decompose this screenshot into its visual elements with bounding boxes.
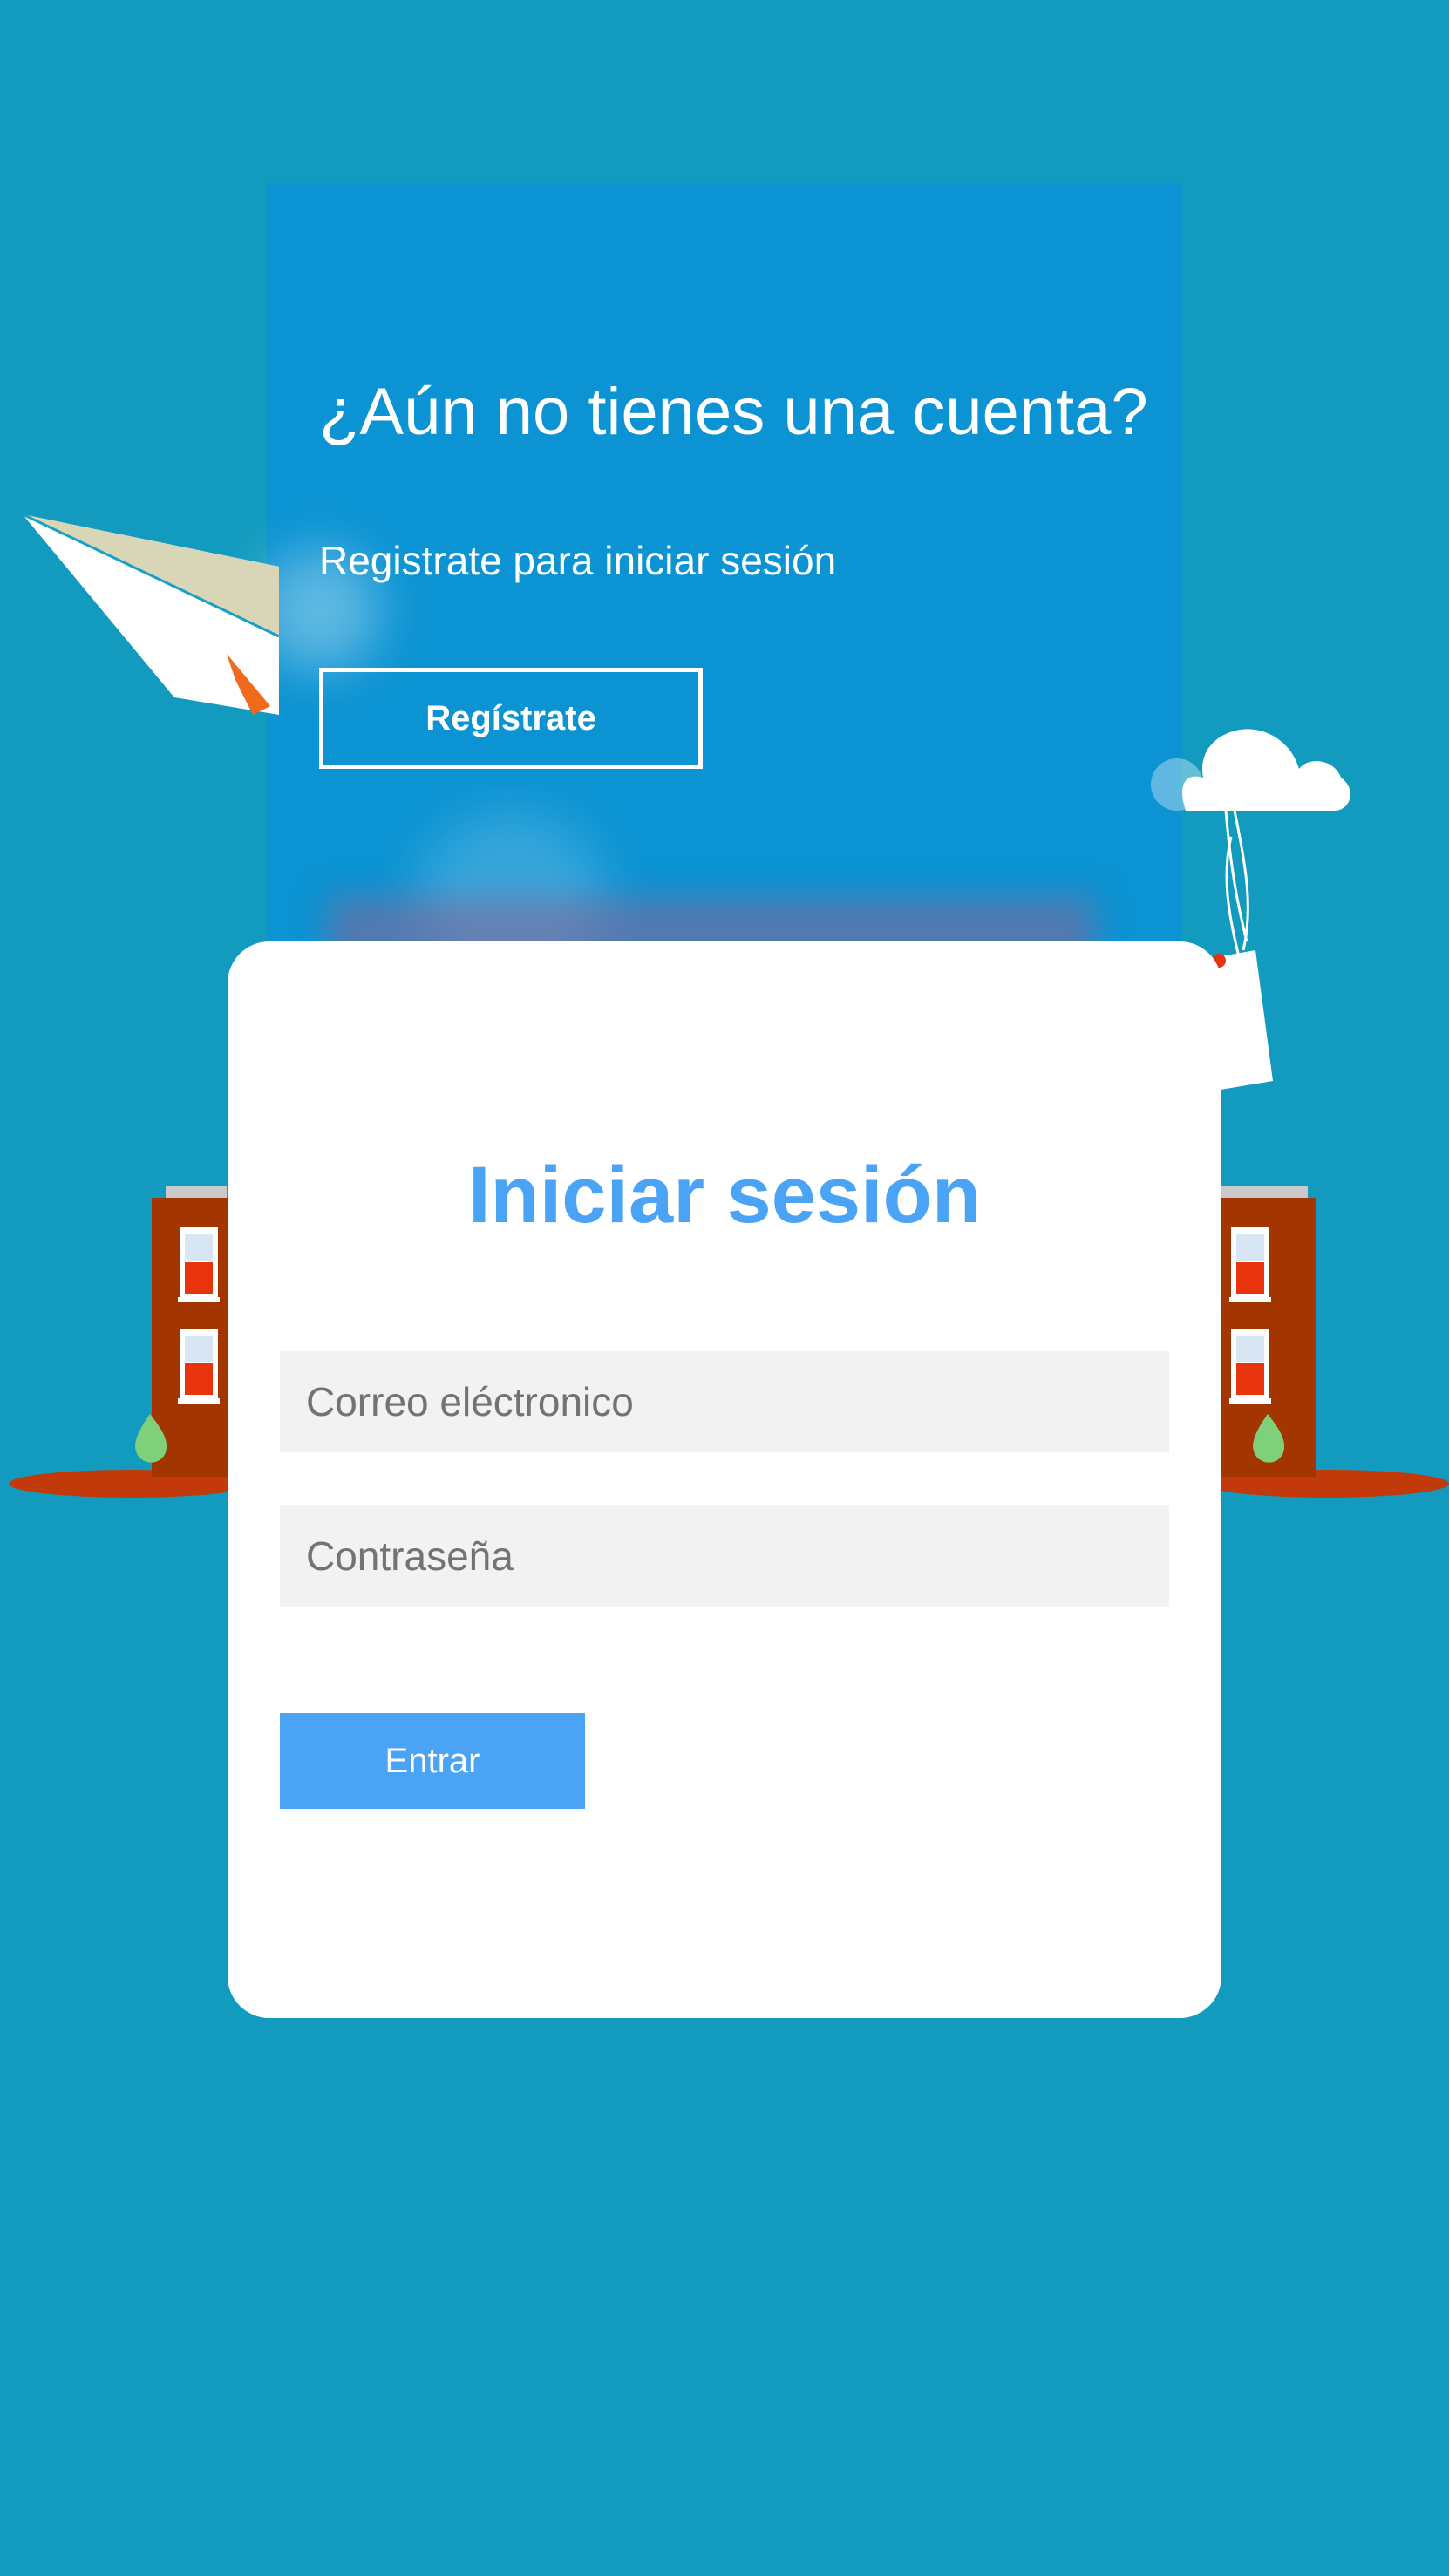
register-title: ¿Aún no tienes una cuenta? [319,375,1148,449]
login-submit-button[interactable]: Entrar [280,1713,585,1809]
paper-plane-icon [17,506,331,737]
password-input[interactable] [280,1505,1169,1607]
register-panel: ¿Aún no tienes una cuenta? Registrate pa… [258,183,1182,985]
login-card: Iniciar sesión Entrar [228,941,1221,2018]
email-input[interactable] [280,1351,1169,1452]
login-page: ¿Aún no tienes una cuenta? Registrate pa… [0,0,1449,2576]
register-subtitle: Registrate para iniciar sesión [319,538,837,583]
login-title: Iniciar sesión [467,1151,982,1240]
building-right-illustration [1205,1186,1449,1504]
register-button[interactable]: Regístrate [319,668,703,769]
building-left-illustration [9,1186,253,1504]
